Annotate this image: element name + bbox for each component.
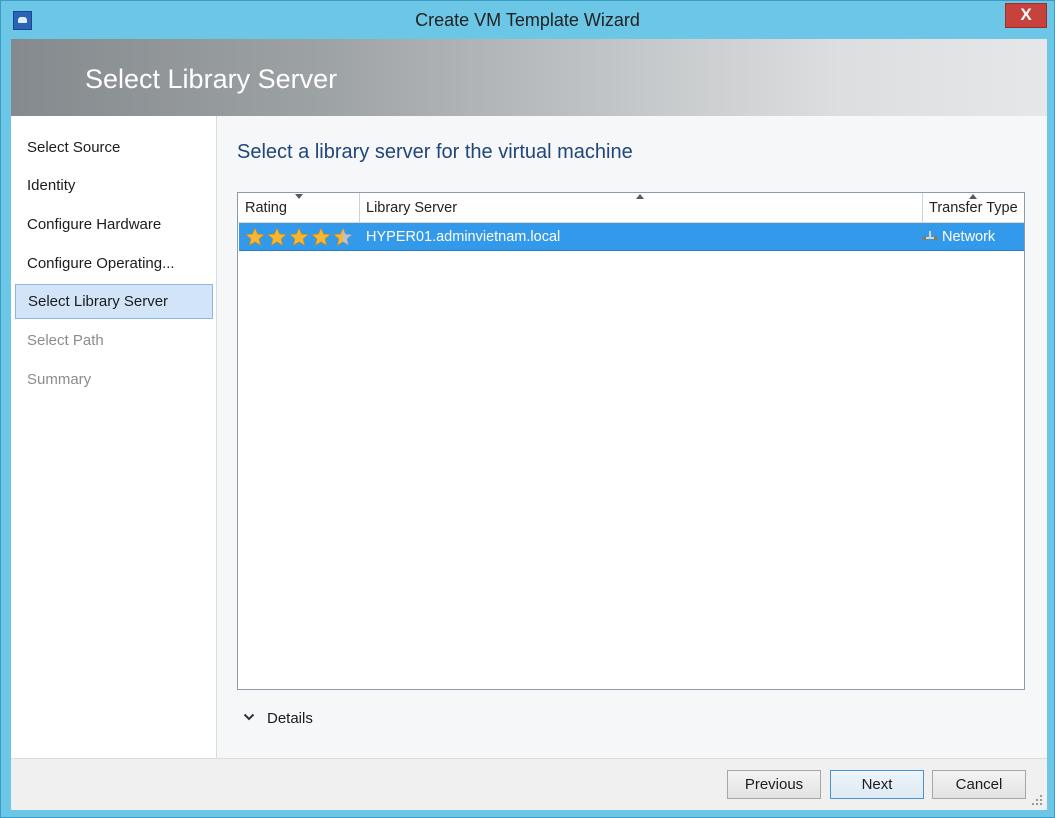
column-header-library-server[interactable]: Library Server: [359, 193, 922, 222]
sort-ascending-icon: [969, 194, 977, 199]
window-title: Create VM Template Wizard: [415, 10, 640, 30]
sidebar-item-configure-hardware[interactable]: Configure Hardware: [15, 208, 213, 243]
table-row[interactable]: HYPER01.adminvietnam.local Network: [239, 223, 1024, 251]
sort-ascending-icon: [636, 194, 644, 199]
star-icon: [333, 227, 353, 246]
sidebar-item-configure-operating-system[interactable]: Configure Operating...: [15, 247, 213, 282]
network-icon: [923, 231, 937, 241]
page-title: Select Library Server: [85, 64, 338, 94]
wizard-steps-sidebar: Select Source Identity Configure Hardwar…: [11, 116, 217, 758]
details-expander[interactable]: Details: [243, 710, 313, 727]
sort-descending-icon: [295, 194, 303, 199]
sidebar-item-select-library-server[interactable]: Select Library Server: [15, 284, 213, 319]
wizard-header: Select Library Server: [11, 39, 1047, 116]
star-icon: [267, 227, 287, 246]
star-icon: [245, 227, 265, 246]
previous-button[interactable]: Previous: [727, 770, 821, 799]
library-server-cell: HYPER01.adminvietnam.local: [366, 229, 561, 245]
content-heading: Select a library server for the virtual …: [237, 141, 633, 163]
rating-stars: [244, 227, 354, 247]
transfer-type-label: Network: [942, 229, 996, 245]
details-label: Details: [267, 710, 313, 727]
wizard-footer: Previous Next Cancel: [11, 758, 1047, 810]
column-header-transfer-type-label: Transfer Type: [929, 200, 1018, 216]
cancel-button[interactable]: Cancel: [932, 770, 1026, 799]
title-bar[interactable]: Create VM Template Wizard X: [1, 1, 1054, 39]
wizard-window: Create VM Template Wizard X Select Libra…: [0, 0, 1055, 818]
rating-cell: [239, 223, 359, 250]
grid-header: Rating Library Server Transfer Type: [238, 193, 1024, 223]
column-header-library-server-label: Library Server: [366, 200, 458, 216]
close-button[interactable]: X: [1005, 3, 1047, 28]
star-icon: [311, 227, 331, 246]
star-icon: [289, 227, 309, 246]
column-header-rating-label: Rating: [245, 200, 287, 216]
sidebar-item-select-path: Select Path: [27, 332, 104, 349]
column-header-transfer-type[interactable]: Transfer Type: [922, 193, 1024, 222]
sidebar-item-summary: Summary: [27, 371, 92, 388]
resize-grip-icon[interactable]: [1031, 794, 1043, 806]
sidebar-item-identity[interactable]: Identity: [15, 169, 213, 204]
column-header-rating[interactable]: Rating: [238, 193, 359, 222]
sidebar-item-select-source[interactable]: Select Source: [15, 131, 213, 166]
transfer-type-cell: Network: [923, 223, 1023, 250]
main-content: Select a library server for the virtual …: [217, 116, 1047, 758]
chevron-down-icon: [243, 710, 257, 724]
library-server-grid[interactable]: Rating Library Server Transfer Type HYPE…: [237, 192, 1025, 690]
next-button[interactable]: Next: [830, 770, 924, 799]
